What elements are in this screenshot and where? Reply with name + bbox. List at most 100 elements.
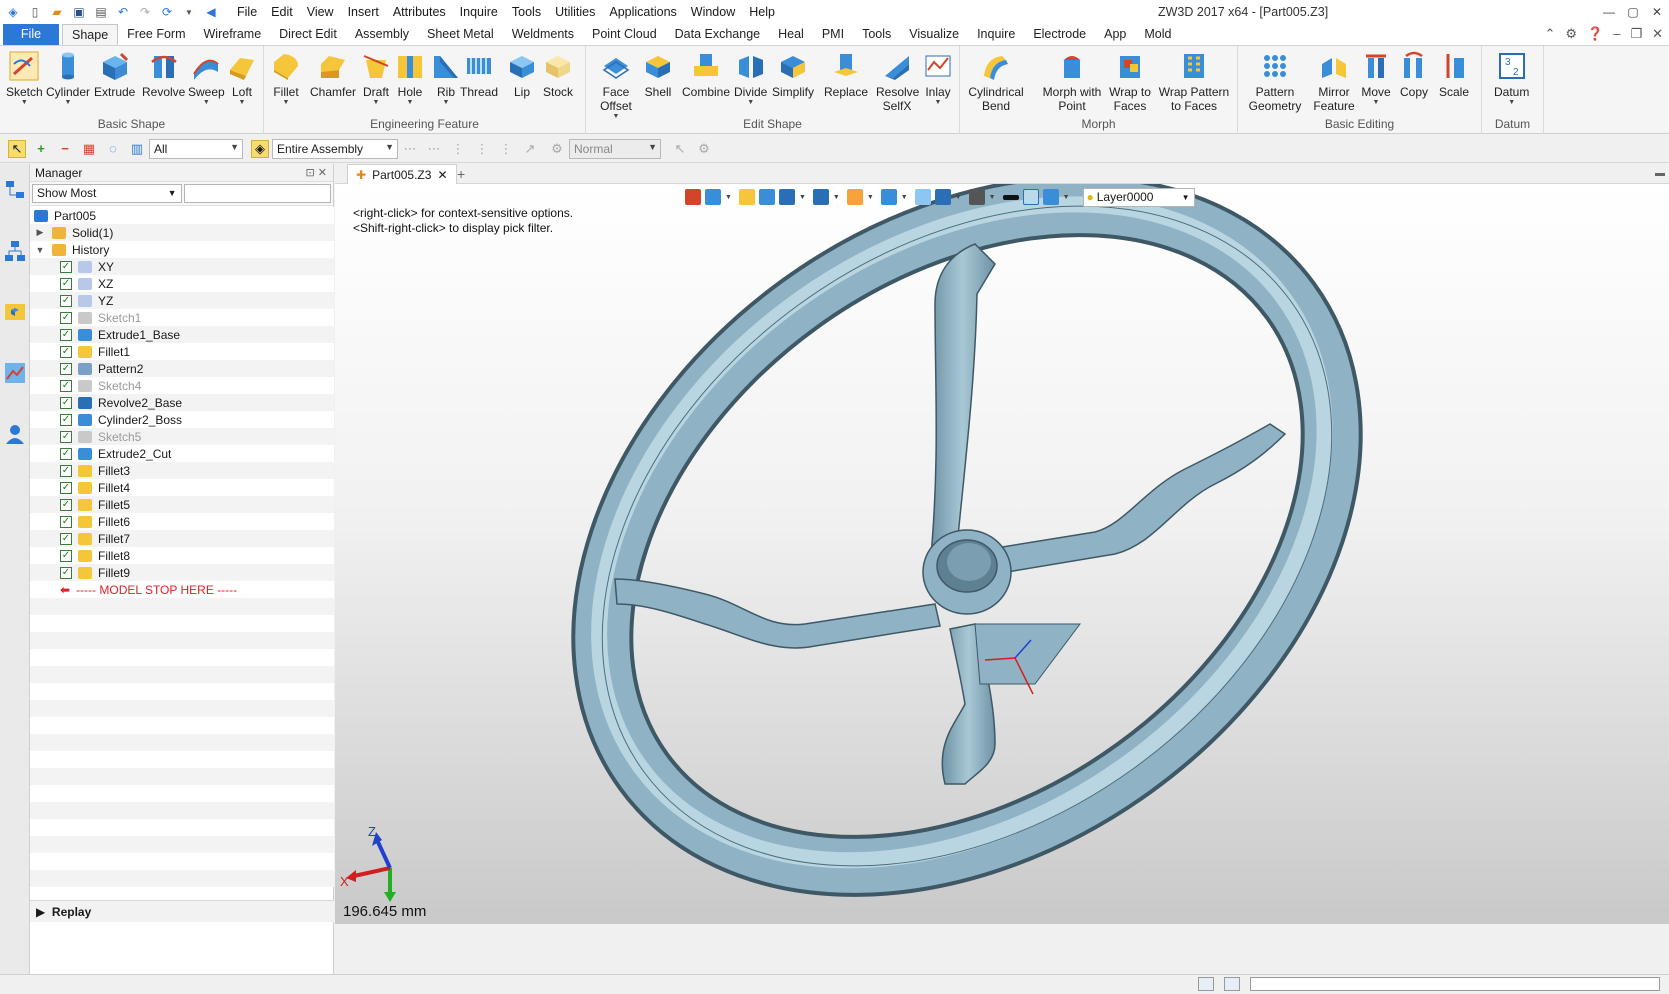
datum-button[interactable]: 32 Datum ▼ <box>1494 50 1529 107</box>
visibility-checkbox[interactable]: ✓ <box>60 549 72 562</box>
shaded-icon[interactable] <box>812 189 829 205</box>
display-icon[interactable] <box>968 189 985 205</box>
minimize-doc-icon[interactable]: – <box>1613 26 1620 42</box>
add-icon[interactable]: + <box>32 140 50 158</box>
3d-viewport[interactable]: <right-click> for context-sensitive opti… <box>335 184 1669 924</box>
maximize-icon[interactable]: ▢ <box>1621 5 1645 19</box>
chamfer-button[interactable]: Chamfer <box>310 50 356 99</box>
steering-wheel-model[interactable] <box>335 184 1669 924</box>
open-file-icon[interactable]: ▰ <box>48 4 66 20</box>
tree-row[interactable]: Part005 <box>30 207 334 224</box>
visibility-checkbox[interactable]: ✓ <box>60 498 72 511</box>
restore-doc-icon[interactable]: ❐ <box>1630 26 1642 42</box>
tree-row[interactable]: ✓ Extrude1_Base <box>30 326 334 343</box>
replace-button[interactable]: Replace <box>824 50 868 99</box>
part-library-icon[interactable] <box>3 300 27 324</box>
lip-button[interactable]: Lip <box>506 50 538 99</box>
tool-f-icon[interactable]: ↗ <box>521 140 539 158</box>
tab-wireframe[interactable]: Wireframe <box>195 24 271 45</box>
color-box-icon[interactable] <box>1022 189 1039 205</box>
divide-button[interactable]: Divide ▼ <box>734 50 767 107</box>
tab-pmi[interactable]: PMI <box>813 24 853 45</box>
tree-row[interactable]: ▼ History <box>30 241 334 258</box>
tool-d-icon[interactable]: ⋮ <box>473 140 491 158</box>
stop-arrow-icon[interactable]: ⬅ <box>60 583 70 597</box>
tab-assembly[interactable]: Assembly <box>346 24 418 45</box>
wheel-hub[interactable] <box>922 529 1012 615</box>
visibility-checkbox[interactable]: ✓ <box>60 396 72 409</box>
tree-row[interactable]: ✓ Fillet9 <box>30 564 334 581</box>
snap-icon[interactable]: ⚙ <box>548 140 566 158</box>
face-offset-button[interactable]: Face Offset ▼ <box>596 50 636 121</box>
undo-icon[interactable]: ↶ <box>114 4 132 20</box>
rib-button[interactable]: Rib ▼ <box>430 50 462 107</box>
scope-select[interactable]: Entire Assembly ▼ <box>272 138 398 159</box>
menu-attributes[interactable]: Attributes <box>386 0 453 24</box>
fillet-button[interactable]: Fillet ▼ <box>270 50 302 107</box>
menu-help[interactable]: Help <box>742 0 782 24</box>
minimize-icon[interactable]: — <box>1597 5 1621 19</box>
visibility-checkbox[interactable]: ✓ <box>60 413 72 426</box>
tree-expander-icon[interactable]: ▼ <box>34 245 46 255</box>
tree-row[interactable]: ✓ Pattern2 <box>30 360 334 377</box>
render-mode-icon[interactable] <box>846 189 863 205</box>
extrude-button[interactable]: Extrude <box>94 50 135 99</box>
tree-row[interactable]: ✓ Fillet7 <box>30 530 334 547</box>
fit-icon[interactable] <box>914 189 931 205</box>
tree-row[interactable]: ✓ Sketch1 <box>30 309 334 326</box>
visibility-checkbox[interactable]: ✓ <box>60 328 72 341</box>
menu-applications[interactable]: Applications <box>602 0 683 24</box>
visibility-checkbox[interactable]: ✓ <box>60 430 72 443</box>
tab-sheet-metal[interactable]: Sheet Metal <box>418 24 503 45</box>
app-logo-icon[interactable]: ◈ <box>4 4 22 20</box>
lighting-icon[interactable] <box>880 189 897 205</box>
tree-search-input[interactable] <box>183 184 331 203</box>
visibility-checkbox[interactable]: ✓ <box>60 294 72 307</box>
draft-button[interactable]: Draft ▼ <box>360 50 392 107</box>
assembly-scope-icon[interactable]: ◈ <box>251 139 269 158</box>
iso-view-icon[interactable] <box>778 189 795 205</box>
tree-expander-icon[interactable]: ▶ <box>34 227 46 238</box>
menu-view[interactable]: View <box>300 0 341 24</box>
tool-a-icon[interactable]: ⋯ <box>401 140 419 158</box>
tab-file[interactable]: File <box>3 24 59 45</box>
visibility-checkbox[interactable]: ✓ <box>60 277 72 290</box>
menu-utilities[interactable]: Utilities <box>548 0 602 24</box>
copy-button[interactable]: Copy <box>1398 50 1430 99</box>
hole-button[interactable]: Hole ▼ <box>394 50 426 107</box>
tab-tools[interactable]: Tools <box>853 24 900 45</box>
pencil-icon[interactable] <box>738 189 755 205</box>
tree-row[interactable]: ✓ XY <box>30 258 334 275</box>
tree-row[interactable]: ✓ Sketch4 <box>30 377 334 394</box>
help-icon[interactable]: ❓ <box>1587 26 1603 42</box>
tree-row[interactable]: ▶ Solid(1) <box>30 224 334 241</box>
qat-dropdown-icon[interactable]: ▼ <box>180 4 198 20</box>
tree-row[interactable]: ✓ Cylinder2_Boss <box>30 411 334 428</box>
visibility-checkbox[interactable]: ✓ <box>60 447 72 460</box>
pick-tool-icon[interactable]: ↖ <box>671 140 689 158</box>
assembly-tree-icon[interactable] <box>3 239 27 263</box>
tree-row[interactable]: ✓ Sketch5 <box>30 428 334 445</box>
select-arrow-icon[interactable]: ↖ <box>8 139 26 158</box>
tab-shape[interactable]: Shape <box>62 24 119 45</box>
tree-row[interactable]: ✓ Fillet4 <box>30 479 334 496</box>
visibility-checkbox[interactable]: ✓ <box>60 481 72 494</box>
users-icon[interactable] <box>3 422 27 446</box>
menu-edit[interactable]: Edit <box>264 0 300 24</box>
wrap-to-faces-button[interactable]: Wrap to Faces <box>1108 50 1152 113</box>
sweep-button[interactable]: Sweep ▼ <box>188 50 225 107</box>
inlay-button[interactable]: Inlay ▼ <box>922 50 954 107</box>
pattern-geometry-button[interactable]: Pattern Geometry <box>1246 50 1304 113</box>
thread-button[interactable]: Thread <box>460 50 498 99</box>
show-filter-select[interactable]: Show Most ▼ <box>32 184 182 203</box>
visibility-checkbox[interactable]: ✓ <box>60 566 72 579</box>
menu-inquire[interactable]: Inquire <box>453 0 505 24</box>
tab-mold[interactable]: Mold <box>1135 24 1180 45</box>
scale-button[interactable]: Scale <box>1438 50 1470 99</box>
tab-weldments[interactable]: Weldments <box>503 24 583 45</box>
orient-icon[interactable] <box>705 189 721 205</box>
status-toggle-1-icon[interactable] <box>1198 977 1214 991</box>
tree-row[interactable]: ✓ XZ <box>30 275 334 292</box>
tab-overflow-icon[interactable]: ▬ <box>1655 164 1665 184</box>
tree-row[interactable]: ✓ Fillet6 <box>30 513 334 530</box>
